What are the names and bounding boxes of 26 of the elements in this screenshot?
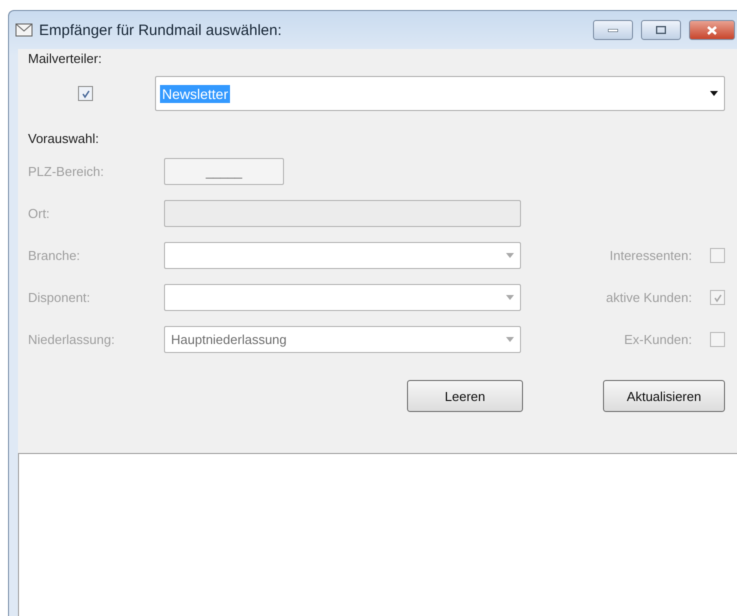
- field-label: Niederlassung:: [28, 332, 116, 347]
- section-label: Mailverteiler:: [28, 51, 103, 66]
- selected-text: Newsletter: [160, 84, 230, 102]
- envelope-icon: [15, 23, 33, 37]
- field-label: Ort:: [28, 206, 51, 221]
- check-icon: [80, 88, 90, 98]
- close-button[interactable]: [689, 20, 735, 40]
- check-icon: [712, 292, 722, 302]
- field-label: PLZ-Bereich:: [28, 164, 105, 179]
- checkbox-label: Ex-Kunden:: [624, 332, 692, 347]
- checkbox-label: Interessenten:: [610, 248, 692, 263]
- action-button[interactable]: Leeren: [407, 380, 523, 412]
- dropdown-field[interactable]: Newsletter: [155, 76, 725, 111]
- maximize-icon: [656, 26, 666, 34]
- section-label: Vorauswahl:: [28, 131, 100, 146]
- minimize-button[interactable]: [593, 20, 633, 40]
- field-label: Branche:: [28, 248, 82, 263]
- field-label: Disponent:: [28, 290, 92, 305]
- checkbox-label: aktive Kunden:: [606, 290, 692, 305]
- dropdown-caret-icon[interactable]: [710, 91, 718, 96]
- action-button[interactable]: Aktualisieren: [603, 380, 725, 412]
- close-icon: [707, 26, 717, 34]
- checkbox[interactable]: [78, 86, 93, 101]
- window-title: Empfänger für Rundmail auswählen:: [39, 22, 283, 38]
- maximize-button[interactable]: [641, 20, 681, 40]
- minimize-icon: [608, 28, 618, 32]
